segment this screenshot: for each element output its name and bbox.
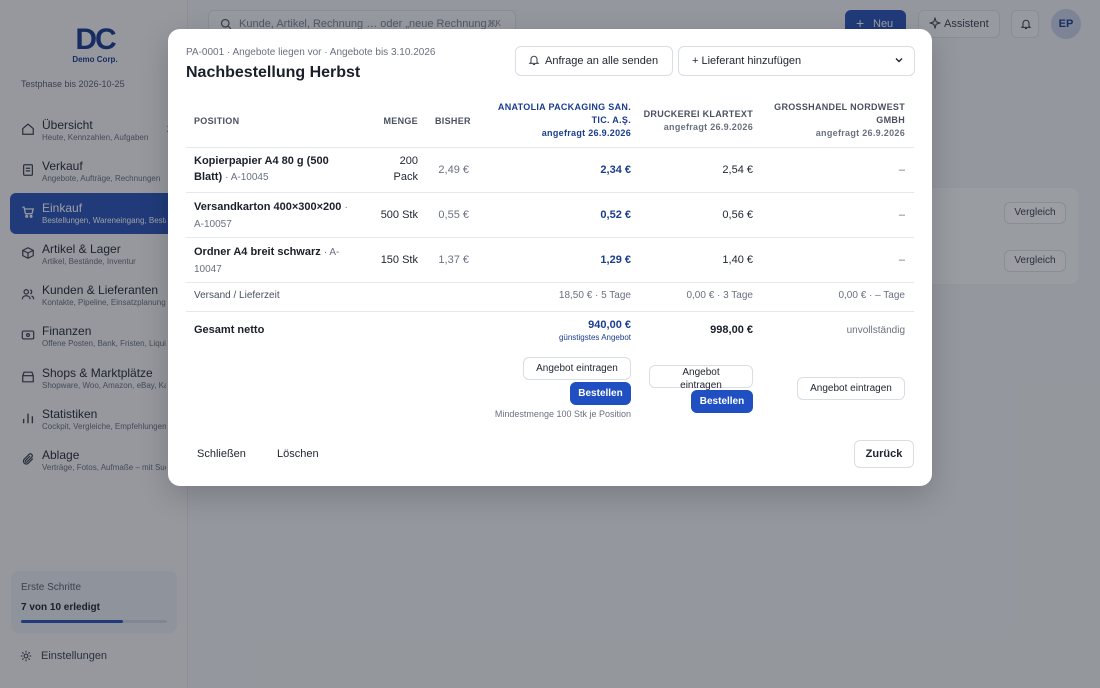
add-supplier-value: + Lieferant hinzufügen	[692, 55, 802, 67]
minimum-quantity-note: Mindestmenge 100 Stk je Position	[494, 409, 631, 419]
item-sku-sep: ·	[344, 202, 348, 213]
total-incomplete: unvollständig	[846, 325, 905, 336]
supplier-requested-date: angefragt 26.9.2026	[815, 128, 905, 138]
supplier-price: 0,56 €	[722, 209, 753, 221]
table-row-item: Ordner A4 breit schwarz · A- 10047	[194, 244, 344, 278]
column-header-qty: MENGE	[383, 116, 418, 126]
supplier-name-cont: GMBH	[876, 115, 905, 125]
previous-price: 2,49 €	[438, 164, 469, 176]
column-header-position: POSITION	[194, 116, 240, 126]
item-qty: 200 Pack	[368, 153, 418, 185]
close-button[interactable]: Schließen	[197, 448, 246, 460]
delete-button[interactable]: Löschen	[277, 448, 319, 460]
table-row-item: Kopierpapier A4 80 g (500 Blatt) · A-100…	[194, 153, 344, 186]
item-name: Ordner A4 breit schwarz	[194, 246, 321, 258]
divider	[186, 311, 914, 312]
table-row-item: Versandkarton 400×300×200 · A-10057	[194, 199, 354, 233]
item-sku-sep: · A-	[323, 247, 340, 258]
cheapest-offer-note: günstigstes Angebot	[558, 333, 631, 342]
divider	[186, 192, 914, 193]
add-supplier-select[interactable]: + Lieferant hinzufügen	[678, 46, 915, 76]
purchase-request-dialog: PA-0001 · Angebote liegen vor · Angebote…	[168, 29, 932, 486]
item-sku: 10047	[194, 264, 222, 275]
best-price: 0,52 €	[600, 209, 631, 221]
item-name: Kopierpapier A4 80 g (500	[194, 155, 329, 167]
supplier-column-anatolia[interactable]: ANATOLIA PACKAGING SAN. TIC. A.Ş. angefr…	[468, 101, 631, 139]
supplier-price: 2,54 €	[722, 164, 753, 176]
item-name-cont: Blatt)	[194, 171, 223, 183]
enter-offer-label: Angebot	[682, 367, 720, 378]
supplier-column-nordwest[interactable]: GROSSHANDEL NORDWEST GMBH angefragt 26.9…	[758, 101, 905, 139]
supplier-price-missing: –	[898, 164, 905, 176]
shipping-value: 18,50 € · 5 Tage	[558, 290, 631, 301]
shipping-value: 0,00 € · 3 Tage	[686, 290, 753, 301]
qty-unit: Pack	[393, 171, 418, 183]
previous-price: 1,37 €	[438, 254, 469, 266]
supplier-requested-date: angefragt 26.9.2026	[663, 122, 753, 132]
column-header-previous: BISHER	[435, 116, 471, 126]
shipping-label: Versand / Lieferzeit	[194, 290, 280, 301]
back-button[interactable]: Zurück	[854, 440, 914, 468]
item-sku: A-10057	[194, 219, 232, 230]
chevron-down-icon	[895, 58, 903, 63]
supplier-price-missing: –	[898, 254, 905, 266]
supplier-name: GROSSHANDEL NORDWEST	[774, 102, 905, 112]
supplier-requested-date: angefragt 26.9.2026	[541, 128, 631, 138]
divider	[186, 237, 914, 238]
best-price: 1,29 €	[600, 254, 631, 266]
divider	[186, 282, 914, 283]
supplier-column-klartext[interactable]: DRUCKEREI KLARTEXT angefragt 26.9.2026	[633, 108, 753, 133]
enter-offer-button[interactable]: Angebot eintragen	[649, 365, 753, 391]
supplier-price: 1,40 €	[722, 254, 753, 266]
bell-icon	[528, 55, 540, 66]
order-button[interactable]: Bestellen	[570, 382, 631, 405]
send-request-all-button[interactable]: Anfrage an alle senden	[515, 46, 673, 76]
supplier-name: ANATOLIA PACKAGING SAN.	[497, 102, 631, 112]
total-label: Gesamt netto	[194, 324, 265, 336]
dialog-title: Nachbestellung Herbst	[186, 64, 361, 81]
enter-offer-button[interactable]: Angebot eintragen	[797, 377, 905, 400]
send-request-all-label: Anfrage an alle senden	[545, 55, 659, 67]
item-qty: 500 Stk	[380, 209, 418, 221]
previous-price: 0,55 €	[438, 209, 469, 221]
divider	[186, 147, 914, 148]
qty-value: 200	[399, 155, 418, 167]
item-name: Versandkarton 400×300×200	[194, 201, 342, 213]
best-price: 2,34 €	[600, 164, 631, 176]
enter-offer-button[interactable]: Angebot eintragen	[523, 357, 631, 380]
item-qty: 150 Stk	[380, 254, 418, 266]
total-supplier: 998,00 €	[710, 324, 753, 336]
supplier-name-cont: TIC. A.Ş.	[591, 115, 631, 125]
shipping-value: 0,00 € · – Tage	[838, 290, 905, 301]
dialog-meta: PA-0001 · Angebote liegen vor · Angebote…	[186, 47, 436, 58]
total-best: 940,00 €	[588, 319, 631, 331]
order-button[interactable]: Bestellen	[691, 390, 753, 413]
supplier-price-missing: –	[898, 209, 905, 221]
supplier-name: DRUCKEREI KLARTEXT	[643, 109, 753, 119]
item-sku: · A-10045	[225, 172, 269, 183]
